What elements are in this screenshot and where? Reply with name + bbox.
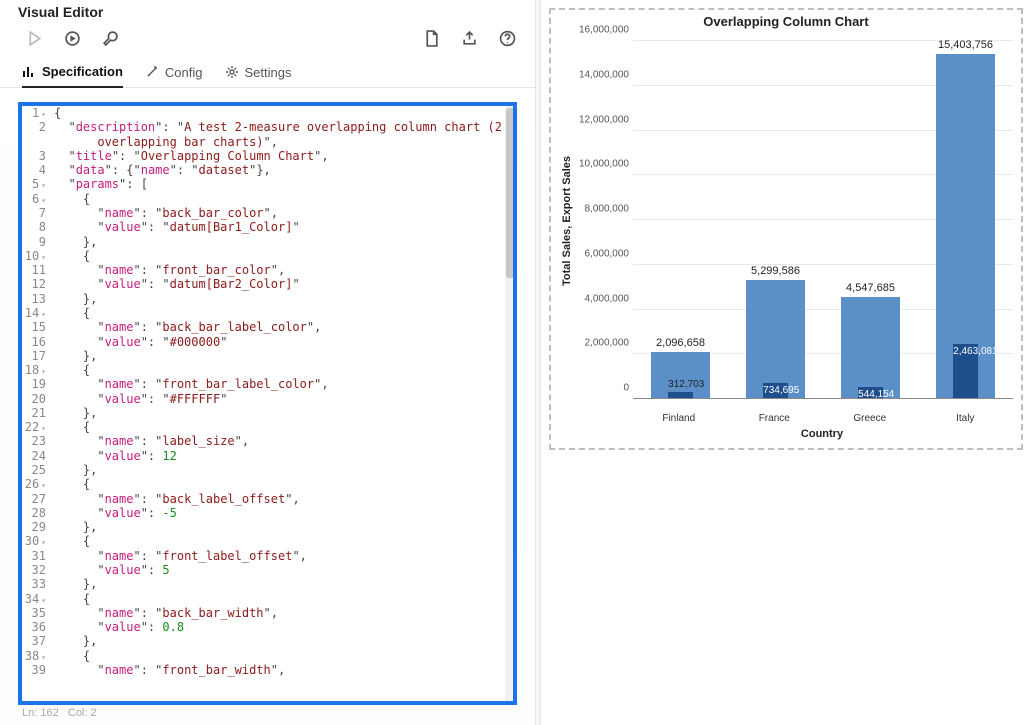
app-root: Visual Editor Specification Config [0,0,1031,725]
chart-grid: 2,096,658312,7035,299,586734,6954,547,68… [633,31,1013,411]
panel-header: Visual Editor [0,0,535,22]
tab-label: Config [165,65,203,80]
tab-settings[interactable]: Settings [225,58,292,87]
chart-plot: Total Sales, Export Sales 02,000,0004,00… [559,31,1013,411]
scrollbar-vertical[interactable] [505,102,517,705]
chart-bars: 2,096,658312,7035,299,586734,6954,547,68… [633,41,1013,399]
new-spec-icon[interactable] [421,28,441,48]
panel-title: Visual Editor [18,4,517,20]
line-gutter: 1234567891011121314151617181920212223242… [18,102,52,705]
y-axis-label: Total Sales, Export Sales [559,156,575,286]
editor-panel: Visual Editor Specification Config [0,0,535,725]
y-axis: 02,000,0004,000,0006,000,0008,000,00010,… [575,31,633,411]
tab-specification[interactable]: Specification [22,58,123,88]
code-editor[interactable]: 1234567891011121314151617181920212223242… [18,102,517,705]
collapse-panel-button[interactable] [517,4,525,20]
bar-finland: 2,096,658312,703 [633,41,728,399]
tab-label: Settings [245,65,292,80]
repair-icon[interactable] [100,28,120,48]
tab-config[interactable]: Config [145,58,203,87]
bar-italy: 15,403,7562,463,081 [918,41,1013,399]
editor-statusbar: Ln: 162 Col: 2 [0,705,535,725]
bar-france: 5,299,586734,695 [728,41,823,399]
tab-label: Specification [42,64,123,79]
play-icon[interactable] [24,28,44,48]
editor-toolbar [0,22,535,58]
parse-icon[interactable] [62,28,82,48]
status-line: Ln: 162 [22,707,59,719]
editor-tabs: Specification Config Settings [0,58,535,88]
help-icon[interactable] [497,28,517,48]
scroll-thumb[interactable] [506,108,515,278]
chart-visual[interactable]: Overlapping Column Chart Total Sales, Ex… [549,8,1023,450]
code-content[interactable]: { "description": "A test 2-measure overl… [52,102,505,705]
x-axis: FinlandFranceGreeceItaly [631,411,1013,424]
export-icon[interactable] [459,28,479,48]
wand-icon [145,65,159,79]
gear-icon [225,65,239,79]
x-axis-label: Country [631,428,1013,440]
x-axis-line [633,398,1013,399]
status-col: Col: 2 [68,707,97,719]
bars-icon [22,65,36,79]
bar-greece: 4,547,685544,154 [823,41,918,399]
preview-panel: Overlapping Column Chart Total Sales, Ex… [541,0,1031,725]
